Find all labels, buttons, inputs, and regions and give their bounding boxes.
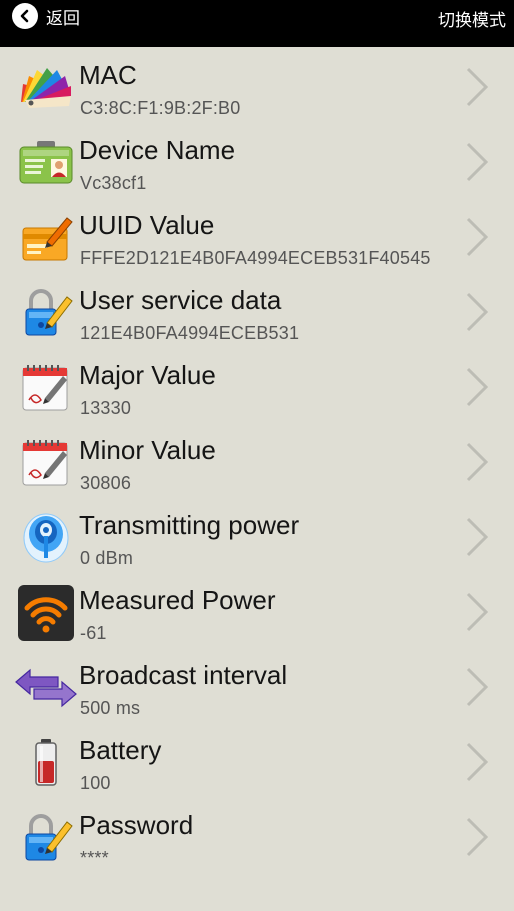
item-title: UUID Value <box>79 210 215 240</box>
list-item-device-name[interactable]: Device Name Vc38cf1 <box>0 122 514 197</box>
back-label: 返回 <box>46 8 80 29</box>
item-title: Minor Value <box>79 435 216 465</box>
item-value: 30806 <box>80 473 132 493</box>
item-value: C3:8C:F1:9B:2F:B0 <box>80 98 241 118</box>
settings-list: MAC C3:8C:F1:9B:2F:B0 Device Name Vc38cf… <box>0 47 514 872</box>
chevron-right-icon <box>462 65 492 109</box>
item-value: -61 <box>80 623 107 643</box>
color-fan-icon <box>17 62 75 114</box>
item-title: Broadcast interval <box>79 660 288 690</box>
list-item-password[interactable]: Password **** <box>0 797 514 872</box>
list-item-user-service-data[interactable]: User service data 121E4B0FA4994ECEB531 <box>0 272 514 347</box>
calendar-pen-icon <box>17 362 75 414</box>
list-item-measured-power[interactable]: Measured Power -61 <box>0 572 514 647</box>
chevron-right-icon <box>462 590 492 634</box>
chevron-right-icon <box>462 365 492 409</box>
item-value: 13330 <box>80 398 132 418</box>
list-item-minor-value[interactable]: Minor Value 30806 <box>0 422 514 497</box>
lock-pen-icon <box>17 812 75 864</box>
item-value: 121E4B0FA4994ECEB531 <box>80 323 300 343</box>
chevron-right-icon <box>462 290 492 334</box>
list-item-major-value[interactable]: Major Value 13330 <box>0 347 514 422</box>
beacon-icon <box>17 512 75 564</box>
card-pen-icon <box>17 212 75 264</box>
double-arrow-icon <box>14 662 77 714</box>
item-title: Device Name <box>79 135 236 165</box>
item-title: Password <box>79 810 194 840</box>
list-item-battery[interactable]: Battery 100 <box>0 722 514 797</box>
item-value: 500 ms <box>80 698 141 718</box>
chevron-right-icon <box>462 440 492 484</box>
chevron-right-icon <box>462 215 492 259</box>
item-value: **** <box>80 848 109 868</box>
item-value: FFFE2D121E4B0FA4994ECEB531F40545 <box>80 248 431 268</box>
back-button[interactable]: 返回 <box>12 3 80 29</box>
item-title: Measured Power <box>79 585 276 615</box>
list-item-transmitting-power[interactable]: Transmitting power 0 dBm <box>0 497 514 572</box>
item-title: User service data <box>79 285 282 315</box>
list-item-broadcast-interval[interactable]: Broadcast interval 500 ms <box>0 647 514 722</box>
chevron-right-icon <box>462 140 492 184</box>
chevron-right-icon <box>462 515 492 559</box>
lock-pen-icon <box>17 287 75 339</box>
wifi-icon <box>17 585 75 641</box>
back-arrow-icon <box>12 3 38 29</box>
chevron-right-icon <box>462 815 492 859</box>
item-value: Vc38cf1 <box>80 173 147 193</box>
item-value: 0 dBm <box>80 548 134 568</box>
chevron-right-icon <box>462 665 492 709</box>
item-title: MAC <box>79 60 137 90</box>
item-title: Major Value <box>79 360 216 390</box>
top-bar: 返回 切换模式 <box>0 0 514 47</box>
chevron-right-icon <box>462 740 492 784</box>
calendar-pen-icon <box>17 437 75 489</box>
switch-mode-button[interactable]: 切换模式 <box>438 6 506 31</box>
item-title: Battery <box>79 735 162 765</box>
list-item-mac[interactable]: MAC C3:8C:F1:9B:2F:B0 <box>0 47 514 122</box>
list-item-uuid[interactable]: UUID Value FFFE2D121E4B0FA4994ECEB531F40… <box>0 197 514 272</box>
id-card-icon <box>17 137 75 189</box>
item-value: 100 <box>80 773 111 793</box>
item-title: Transmitting power <box>79 510 300 540</box>
battery-icon <box>17 737 75 789</box>
